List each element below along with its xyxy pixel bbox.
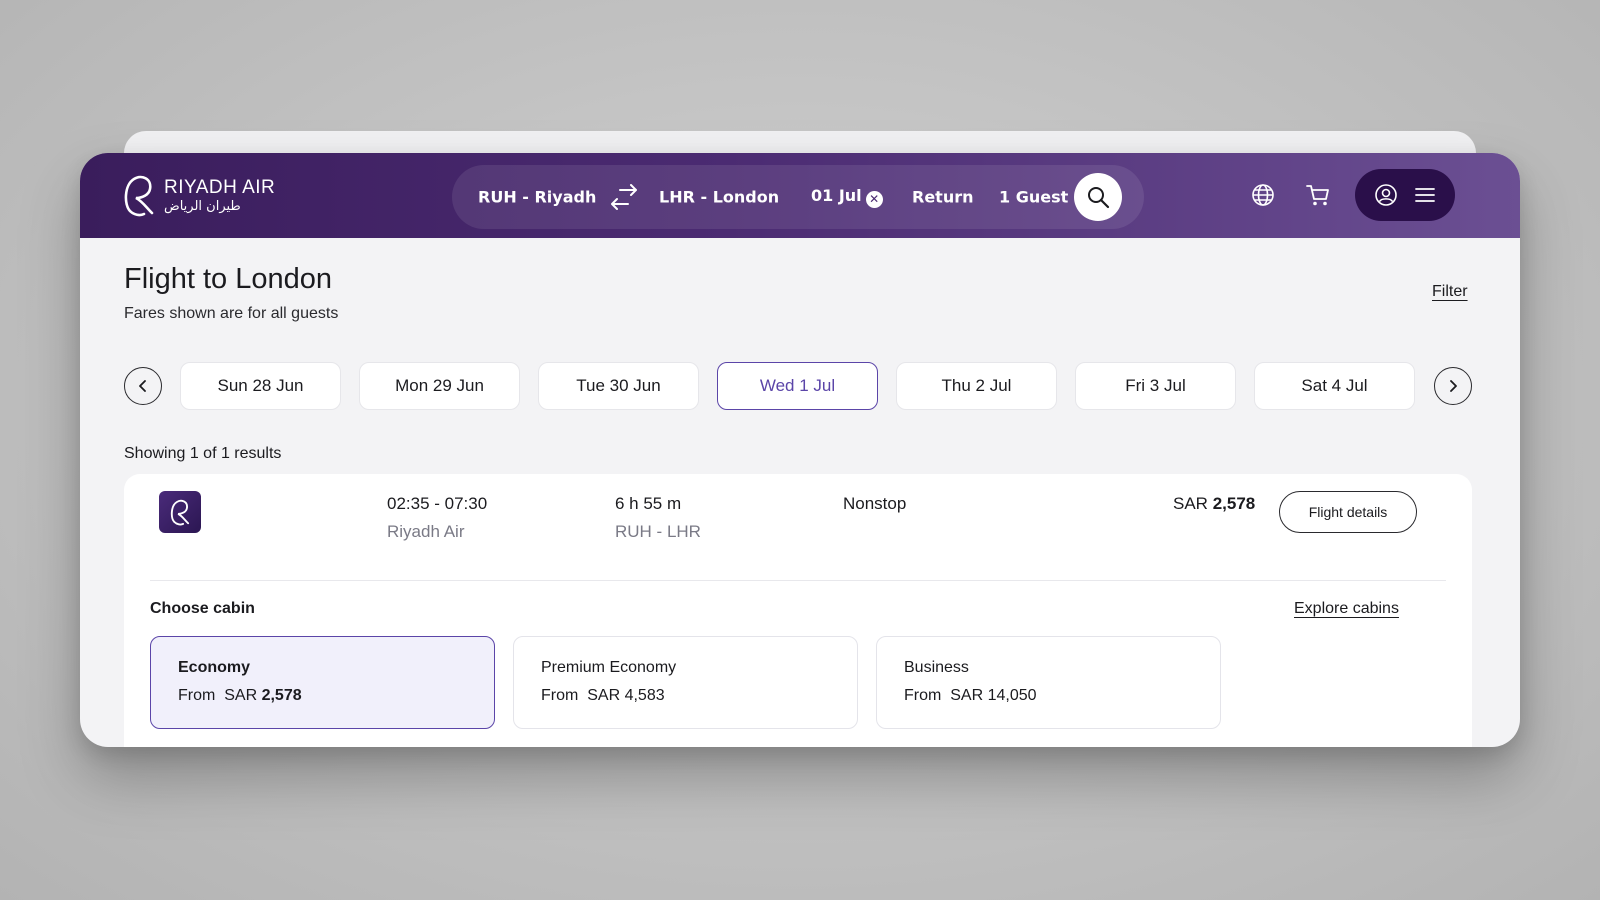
trip-type-field[interactable]: Return [912, 188, 974, 207]
airline-logo-icon [159, 491, 201, 533]
cabin-option-economy[interactable]: Economy From SAR 2,578 [150, 636, 495, 729]
guests-field[interactable]: 1 Guest [999, 188, 1068, 207]
brand-name-en: RIYADH AIR [164, 176, 276, 198]
flight-details-button[interactable]: Flight details [1279, 491, 1417, 533]
app-window: RIYADH AIR طيران الرياض RUH - Riyadh LHR… [80, 153, 1520, 747]
cabin-currency: SAR [587, 687, 621, 704]
filter-link[interactable]: Filter [1432, 283, 1468, 301]
chevron-right-icon [1450, 380, 1457, 392]
from-label: From [541, 687, 579, 704]
from-label: From [178, 687, 216, 704]
flight-times: 02:35 - 07:30 [387, 494, 488, 513]
flight-price: SAR 2,578 [1173, 494, 1255, 514]
date-option[interactable]: Fri 3 Jul [1075, 362, 1236, 410]
airline-name: Riyadh Air [387, 522, 465, 541]
cabin-price: From SAR 14,050 [904, 687, 1193, 705]
page-title: Flight to London [124, 263, 332, 295]
explore-cabins-link[interactable]: Explore cabins [1294, 600, 1399, 618]
account-menu-button[interactable] [1355, 169, 1455, 221]
cabin-name: Economy [178, 659, 251, 676]
price-currency: SAR [1173, 494, 1208, 513]
brand-name-ar: طيران الرياض [164, 198, 241, 214]
cabin-option-business[interactable]: Business From SAR 14,050 [876, 636, 1221, 729]
menu-icon [1415, 188, 1435, 202]
swap-icon[interactable] [608, 184, 640, 210]
user-icon [1375, 184, 1397, 206]
search-button[interactable] [1074, 173, 1122, 221]
flight-duration: 6 h 55 m [615, 494, 682, 513]
search-icon [1088, 187, 1110, 209]
flight-stops: Nonstop [843, 494, 907, 513]
brand-logo[interactable]: RIYADH AIR طيران الرياض [122, 171, 275, 219]
clear-icon[interactable]: ✕ [865, 191, 883, 208]
destination-field[interactable]: LHR - London [659, 188, 779, 207]
cabin-currency: SAR [950, 687, 984, 704]
top-header: RIYADH AIR طيران الرياض RUH - Riyadh LHR… [80, 153, 1520, 238]
cabin-name: Business [904, 659, 969, 676]
results-count: Showing 1 of 1 results [124, 445, 282, 462]
cabin-amount: 14,050 [987, 687, 1037, 704]
flight-search-bar[interactable]: RUH - Riyadh LHR - London 01 Jul ✕ Return… [452, 165, 1144, 229]
cabin-name: Premium Economy [541, 659, 677, 676]
cart-icon[interactable] [1305, 182, 1331, 208]
cabin-amount: 2,578 [261, 687, 302, 704]
globe-icon[interactable] [1250, 182, 1276, 208]
date-option[interactable]: Sun 28 Jun [180, 362, 341, 410]
origin-field[interactable]: RUH - Riyadh [478, 188, 596, 207]
price-amount: 2,578 [1212, 494, 1256, 513]
previous-dates-button[interactable] [124, 367, 162, 405]
cabin-option-premium-economy[interactable]: Premium Economy From SAR 4,583 [513, 636, 858, 729]
cabin-currency: SAR [224, 687, 258, 704]
page-subtitle: Fares shown are for all guests [124, 305, 339, 322]
date-option[interactable]: Thu 2 Jul [896, 362, 1057, 410]
date-selector: Sun 28 Jun Mon 29 Jun Tue 30 Jun Wed 1 J… [124, 362, 1472, 410]
date-value: 01 Jul [811, 186, 862, 205]
date-option[interactable]: Sat 4 Jul [1254, 362, 1415, 410]
cabin-price: From SAR 2,578 [178, 687, 467, 705]
date-option[interactable]: Tue 30 Jun [538, 362, 699, 410]
choose-cabin-heading: Choose cabin [150, 600, 255, 617]
chevron-left-icon [139, 380, 146, 392]
from-label: From [904, 687, 942, 704]
date-option[interactable]: Mon 29 Jun [359, 362, 520, 410]
flight-result-card[interactable]: 02:35 - 07:30 Riyadh Air 6 h 55 m RUH - … [124, 474, 1472, 747]
cabin-price: From SAR 4,583 [541, 687, 830, 705]
logo-mark-icon [124, 175, 154, 217]
flight-route: RUH - LHR [615, 522, 701, 541]
date-field[interactable]: 01 Jul ✕ [811, 186, 883, 208]
cabin-amount: 4,583 [624, 687, 665, 704]
divider [150, 580, 1446, 581]
date-option-selected[interactable]: Wed 1 Jul [717, 362, 878, 410]
next-dates-button[interactable] [1434, 367, 1472, 405]
